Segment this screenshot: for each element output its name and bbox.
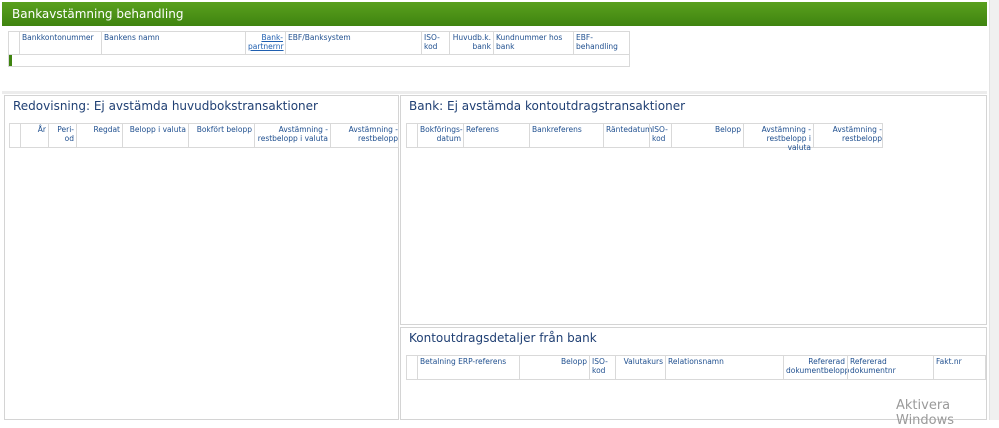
row-selector-header (9, 32, 19, 54)
col-ebf-banksystem[interactable]: EBF/Banksystem (285, 32, 421, 54)
col-bokforingsdatum[interactable]: Bokförings-datum (417, 124, 463, 147)
col-fakt-nr[interactable]: Fakt.nr (933, 356, 987, 379)
ledger-grid: År Peri-od Regdat Belopp i valuta Bokför… (9, 123, 399, 148)
col-avstamning-restbelopp-valuta[interactable]: Avstämning - restbelopp i valuta (743, 124, 813, 152)
col-iso-kod[interactable]: ISO-kod (421, 32, 449, 54)
details-panel-title: Kontoutdragsdetaljer från bank (409, 331, 597, 345)
col-bankkontonummer[interactable]: Bankkontonummer (19, 32, 101, 54)
col-kundnummer[interactable]: Kundnummer hos bank (493, 32, 573, 54)
col-bankreferens[interactable]: Bankreferens (529, 124, 603, 147)
col-iso-kod[interactable]: ISO-kod (589, 356, 615, 379)
col-refererad-dokumentbelopp[interactable]: Refererad dokumentbelopp (783, 356, 849, 379)
row-selector-header (407, 356, 417, 379)
col-huvudbk-bank[interactable]: Huvudb.k. bank (449, 32, 493, 54)
col-belopp-i-valuta[interactable]: Belopp i valuta (122, 124, 188, 147)
bank-panel-title: Bank: Ej avstämda kontoutdragstransaktio… (409, 99, 686, 113)
col-bank-partnernr[interactable]: Bank-partnernr (245, 32, 285, 54)
col-avstamning-restbelopp-valuta[interactable]: Avstämning - restbelopp i valuta (254, 124, 330, 147)
bank-panel: Bank: Ej avstämda kontoutdragstransaktio… (400, 95, 987, 325)
col-iso-kod[interactable]: ISO-kod (649, 124, 671, 147)
selected-row-marker (9, 55, 12, 66)
bank-grid: Bokförings-datum Referens Bankreferens R… (406, 123, 884, 152)
col-regdat[interactable]: Regdat (76, 124, 122, 147)
col-relationsnamn[interactable]: Relationsnamn (665, 356, 783, 379)
details-grid: Betalning ERP-referens Belopp ISO-kod Va… (406, 355, 986, 380)
col-refererad-dokumentnr[interactable]: Refererad dokumentnr (847, 356, 933, 379)
col-belopp[interactable]: Belopp (519, 356, 589, 379)
table-row[interactable] (9, 54, 629, 66)
windows-activation-watermark: Aktivera Windows (896, 398, 955, 428)
ledger-panel-title: Redovisning: Ej avstämda huvudbokstransa… (13, 99, 318, 113)
col-avstamning-restbelopp[interactable]: Avstämning - restbelopp (330, 124, 400, 147)
page-scrollbar[interactable] (989, 0, 999, 420)
window-title-bar: Bankavstämning behandling (2, 2, 987, 26)
col-avstamning-restbelopp[interactable]: Avstämning - restbelopp (813, 124, 884, 147)
col-bokfort-belopp[interactable]: Bokfört belopp (188, 124, 254, 147)
row-selector-header (407, 124, 417, 147)
col-referens[interactable]: Referens (463, 124, 529, 147)
col-belopp[interactable]: Belopp (671, 124, 743, 147)
row-selector-header (10, 124, 20, 147)
col-rantedatum[interactable]: Räntedatum (603, 124, 652, 147)
col-bank-partnernr-link[interactable]: Bank-partnernr (248, 33, 284, 51)
ledger-panel: Redovisning: Ej avstämda huvudbokstransa… (4, 95, 399, 420)
bank-account-grid: Bankkontonummer Bankens namn Bank-partne… (8, 31, 630, 67)
window-title: Bankavstämning behandling (12, 7, 184, 21)
col-period[interactable]: Peri-od (48, 124, 76, 147)
col-valutakurs[interactable]: Valutakurs (615, 356, 665, 379)
col-ebf-behandling[interactable]: EBF-behandling (573, 32, 631, 54)
col-ar[interactable]: År (20, 124, 48, 147)
col-betalning-erp-referens[interactable]: Betalning ERP-referens (417, 356, 519, 379)
section-divider (2, 91, 987, 94)
col-bankens-namn[interactable]: Bankens namn (101, 32, 245, 54)
